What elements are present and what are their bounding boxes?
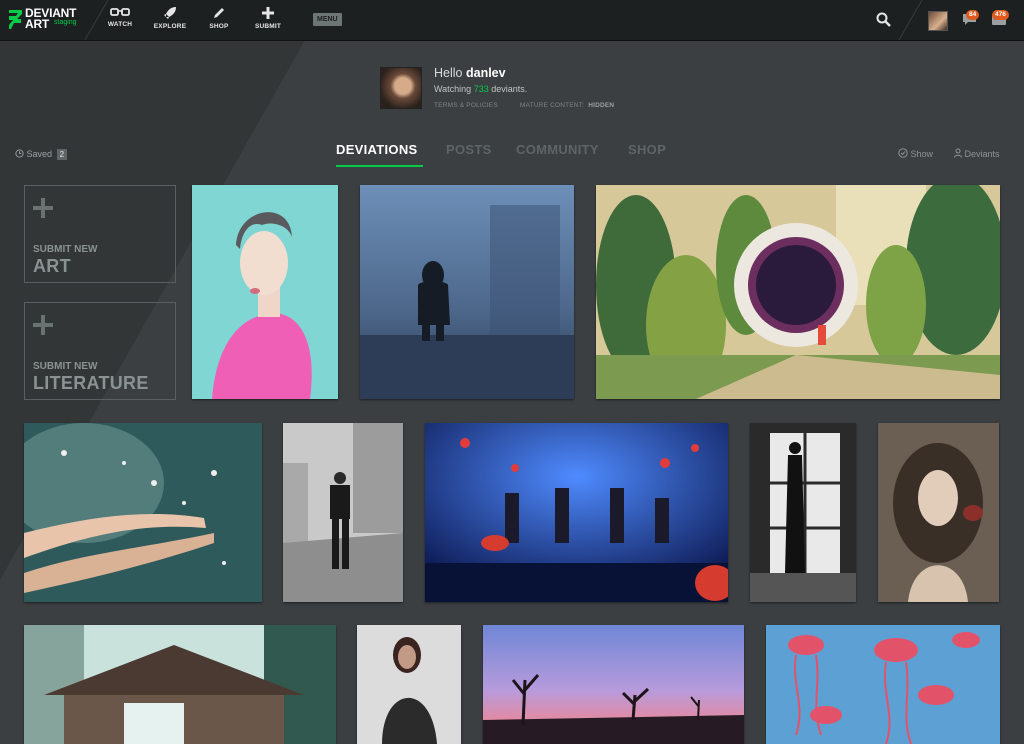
deviation-thumb-stone-ring-portal-garden[interactable] (596, 185, 1000, 399)
active-tab-indicator (336, 165, 423, 167)
user-avatar[interactable] (928, 11, 948, 31)
show-filter[interactable]: Show (898, 148, 933, 159)
terms-link[interactable]: TERMS & POLICIES (434, 102, 498, 109)
deviation-thumb-man-in-suit-street[interactable] (283, 423, 403, 602)
deviants-filter-label: Deviants (964, 149, 1000, 159)
messages-count-badge: 84 (966, 10, 980, 20)
watching-prefix: Watching (434, 84, 472, 94)
profile-meta-links: TERMS & POLICIES MATURE CONTENT: HIDDEN (434, 102, 634, 109)
deviation-thumb-hooded-figure-in-fog[interactable] (360, 185, 574, 399)
pencil-icon (214, 8, 224, 18)
top-nav-bar: DEVIANT ART staging WATCH EXPLORE SHOP S… (0, 0, 1024, 41)
nav-submit-label: SUBMIT (254, 23, 282, 30)
nav-watch-label: WATCH (107, 21, 133, 28)
username[interactable]: danlev (466, 66, 506, 80)
nav-submit[interactable]: SUBMIT (248, 6, 288, 30)
search-icon (876, 12, 891, 27)
deviation-thumb-robot-band-concert[interactable] (425, 423, 728, 602)
watching-suffix: deviants. (491, 84, 528, 94)
deviation-thumb-pink-sweater-portrait[interactable] (192, 185, 338, 399)
nav-explore[interactable]: EXPLORE (150, 6, 190, 30)
submit-new-art-button[interactable]: SUBMIT NEW ART (24, 185, 176, 283)
logo-staging-label: staging (54, 19, 77, 26)
watching-count[interactable]: 733 (474, 84, 489, 94)
nav-watch[interactable]: WATCH (100, 6, 140, 28)
deviation-thumb-curly-hair-woman-portrait[interactable] (878, 423, 999, 602)
nav-divider (898, 0, 923, 40)
deviation-thumb-hands-in-flowers[interactable] (24, 423, 262, 602)
nav-explore-label: EXPLORE (153, 23, 187, 30)
inbox-count-badge: 476 (992, 10, 1009, 20)
clock-icon (15, 149, 24, 158)
logo-z-icon (9, 10, 22, 29)
mature-content-label: MATURE CONTENT: (519, 102, 585, 109)
plus-icon (33, 315, 53, 335)
submit-literature-small-label: SUBMIT NEW (33, 361, 98, 372)
deviation-thumb-joshua-trees-sunset[interactable] (483, 625, 744, 744)
mature-content-value: HIDDEN (588, 102, 615, 109)
deviation-thumb-woman-by-window[interactable] (750, 423, 856, 602)
profile-avatar[interactable] (380, 67, 422, 109)
rocket-icon (164, 7, 176, 19)
person-icon (954, 148, 962, 158)
submit-literature-big-label: LITERATURE (33, 373, 149, 393)
menu-button[interactable]: MENU (313, 13, 342, 26)
tab-community[interactable]: COMMUNITY (516, 142, 599, 157)
deviation-thumb-japanese-gate-in-snow[interactable] (24, 625, 336, 744)
deviation-thumb-armored-warrior-woman[interactable] (357, 625, 461, 744)
plus-icon (262, 7, 274, 19)
plus-icon (33, 198, 53, 218)
submit-art-small-label: SUBMIT NEW (33, 244, 98, 255)
check-circle-icon (898, 148, 908, 158)
nav-shop[interactable]: SHOP (199, 6, 239, 30)
saved-label: Saved (26, 149, 53, 159)
search-button[interactable] (876, 12, 891, 32)
saved-items[interactable]: Saved 2 (15, 149, 68, 160)
submit-new-literature-button[interactable]: SUBMIT NEW LITERATURE (24, 302, 176, 400)
greeting-text: Hello (434, 66, 463, 80)
deviants-filter[interactable]: Deviants (954, 148, 1000, 159)
tab-shop[interactable]: SHOP (628, 142, 666, 157)
glasses-icon (110, 8, 130, 16)
saved-count: 2 (56, 149, 68, 160)
greeting: Hello danlev (434, 66, 506, 80)
mature-content-setting[interactable]: MATURE CONTENT: HIDDEN (520, 102, 614, 109)
deviation-thumb-red-jellyfish[interactable] (766, 625, 1000, 744)
nav-shop-label: SHOP (209, 23, 229, 30)
show-filter-label: Show (910, 149, 934, 159)
submit-art-big-label: ART (33, 256, 71, 276)
tab-deviations[interactable]: DEVIATIONS (336, 142, 418, 157)
tab-posts[interactable]: POSTS (446, 142, 492, 157)
watching-summary: Watching 733 deviants. (434, 84, 527, 94)
